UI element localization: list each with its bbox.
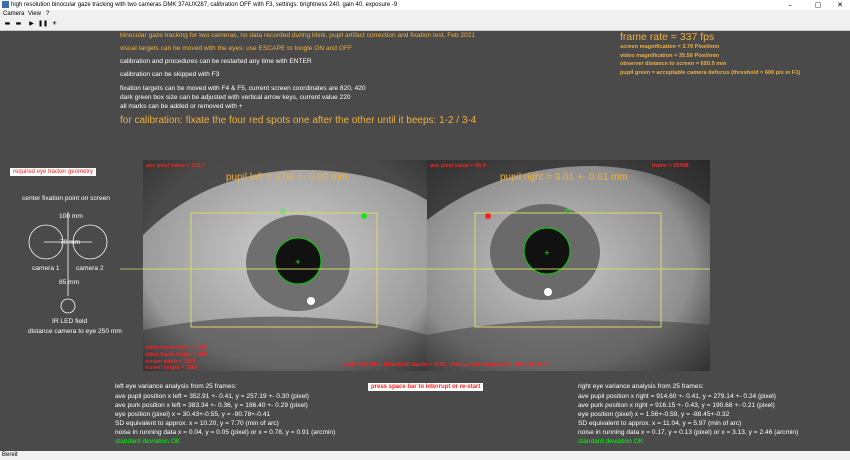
screen-height: screen height = 1080: [145, 365, 198, 371]
status-text: Bereit: [2, 452, 18, 458]
eye-tracker-geometry-diagram: [28, 212, 108, 314]
maximize-button[interactable]: ▢: [808, 0, 828, 10]
camera-2-label: camera 2: [76, 265, 104, 272]
instruction-line: fixation targets can be moved with F4 & …: [120, 85, 366, 92]
toolbar: ▬ ▬ ▶ ❚❚ ☀: [0, 19, 850, 31]
left-ave-pixel: ave pixel value = 118.7: [146, 163, 205, 169]
svg-text:+: +: [544, 249, 550, 257]
title-bar: high resolution binocular gaze tracking …: [0, 0, 850, 10]
right-analysis-line: ave purk position x right = 916.15 +- 0.…: [578, 402, 775, 409]
instruction-line: all marks can be added or removed with +: [120, 103, 243, 110]
instruction-line: calibration and procedures can be restar…: [120, 58, 312, 65]
right-sd-ok: standard deviation OK: [578, 438, 644, 445]
pupil-left-value: pupil left = 3.09 +- 0.00 mm: [226, 172, 348, 183]
play-icon[interactable]: ▶: [27, 20, 36, 28]
left-eye-video: + ave pixel value = 118.7 pupil left = 3…: [143, 160, 427, 371]
video-frame-height: video frame height = 480: [145, 352, 207, 358]
pupil-green-note: pupil green = acceptable camera defocus …: [620, 70, 801, 76]
right-ave-pixel: ave pixel value = 95.4: [430, 163, 486, 169]
frame-counter: frame = 55408: [652, 163, 689, 169]
menu-help[interactable]: ?: [46, 10, 49, 19]
camera-distance-label: distance camera to eye 250 mm: [28, 328, 122, 335]
geometry-button[interactable]: required eye tracker geometry: [10, 168, 97, 176]
left-analysis-line: eye position (pixel) x = 30.43+-0.55, y …: [115, 411, 271, 418]
status-bar: Bereit: [0, 451, 850, 460]
menu-camera[interactable]: Camera: [3, 10, 24, 19]
light-icon[interactable]: ☀: [50, 20, 59, 28]
left-analysis-line: SD equivalent to approx. x = 10.20, y = …: [115, 420, 279, 427]
instruction-line: dark green box size can be adjusted with…: [120, 94, 351, 101]
threshold-note: pupil detection threshold factor = 0.60,…: [341, 362, 548, 368]
pupil-right-value: pupil right = 3.01 +- 0.01 mm: [500, 172, 628, 183]
left-sd-ok: standard deviation OK: [115, 438, 181, 445]
frame-rate: frame rate = 337 fps: [620, 31, 715, 43]
horizontal-guide-line: [120, 268, 710, 270]
right-analysis-line: noise in running data x = 0.17, y = 0.13…: [578, 429, 799, 436]
dimension-100mm: 100 mm: [59, 213, 83, 220]
restart-button[interactable]: press space bar to interrupt or re-start: [368, 383, 484, 391]
app-icon: [2, 1, 9, 8]
video-magnification: video magnification = 35.50 Pixel/mm: [620, 53, 720, 59]
left-analysis-line: ave purk position x left = 383.34 +- 0.3…: [115, 402, 308, 409]
minimize-button[interactable]: –: [780, 0, 800, 10]
menu-bar: Camera View ?: [0, 10, 850, 19]
calibration-instruction: for calibration: fixate the four red spo…: [120, 115, 477, 126]
window-title: high resolution binocular gaze tracking …: [11, 2, 398, 8]
open-icon[interactable]: ▬: [3, 20, 12, 28]
right-analysis-line: eye position (pixel) x = 1.56+-0.59, y =…: [578, 411, 730, 418]
save-icon[interactable]: ▬: [14, 20, 23, 28]
dimension-85mm: 85 mm: [59, 279, 80, 286]
instruction-line: binocular gaze tracking for two cameras,…: [120, 32, 476, 39]
pause-icon[interactable]: ❚❚: [38, 20, 48, 28]
left-analysis-line: ave pupil position x left = 352.91 +- 0.…: [115, 393, 309, 400]
menu-view[interactable]: View: [28, 10, 41, 19]
ir-led-label: IR LED field: [52, 318, 88, 325]
instruction-line: visual targets can be moved with the eye…: [120, 45, 352, 52]
right-analysis-line: ave pupil position x right = 914.60 +- 0…: [578, 393, 776, 400]
svg-text:+: +: [295, 258, 301, 266]
observer-distance: observer distance to screen = 650.0 mm: [620, 61, 727, 67]
video-frame-width: video frame width = 1280: [145, 345, 208, 351]
dimension-70mm: 70 mm: [60, 239, 81, 246]
right-analysis-line: SD equivalent to approx. x = 11.04, y = …: [578, 420, 742, 427]
close-button[interactable]: ✕: [830, 0, 850, 10]
geometry-center-label: center fixation point on screen: [22, 195, 110, 202]
right-eye-video: + ave pixel value = 95.4 frame = 55408 p…: [427, 160, 710, 371]
right-analysis-line: right eye variance analysis from 25 fram…: [578, 383, 704, 390]
instruction-line: calibration can be skipped with F3: [120, 71, 220, 78]
screen-magnification: screen magnification = 3.70 Pixel/mm: [620, 44, 720, 50]
left-analysis-line: noise in running data x = 0.04, y = 0.05…: [115, 429, 336, 436]
camera-1-label: camera 1: [32, 265, 60, 272]
left-analysis-line: left eye variance analysis from 25 frame…: [115, 383, 237, 390]
